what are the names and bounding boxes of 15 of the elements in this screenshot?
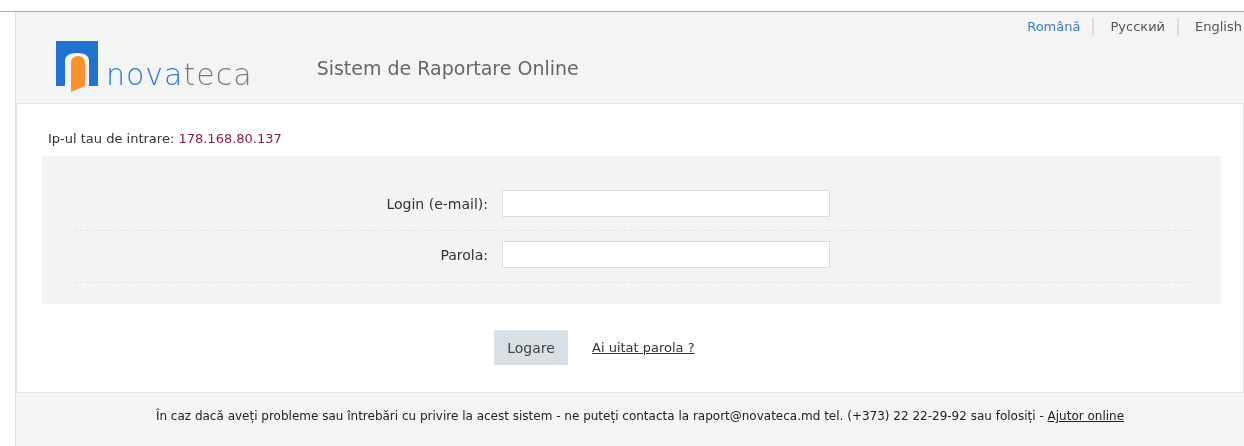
- language-link[interactable]: Română: [1011, 18, 1093, 36]
- forgot-password-link[interactable]: Ai uitat parola ?: [592, 340, 695, 355]
- field-label: Parola:: [439, 246, 489, 263]
- language-link[interactable]: Русский: [1092, 18, 1178, 36]
- input-field[interactable]: [502, 241, 830, 268]
- field-label: Login (e-mail):: [385, 195, 489, 212]
- login-button[interactable]: Logare: [494, 330, 568, 365]
- footer-text: În caz dacă aveți probleme sau întrebări cu privire la acest sistem - ne puteți contacta la raport@novateca.md tel. (+373) 22 22-29-92 sau folosiți - Ajutor online: [154, 407, 1126, 423]
- logo-text: novateca: [106, 58, 253, 92]
- help-link[interactable]: Ajutor online: [1047, 409, 1125, 423]
- app-title: Sistem de Raportare Online: [316, 56, 579, 79]
- language-link[interactable]: English: [1177, 18, 1244, 36]
- input-field[interactable]: [502, 190, 830, 217]
- logo-icon: [56, 41, 98, 92]
- ip-address-text: Ip-ul tau de intrare: 178.168.80.137: [48, 131, 283, 146]
